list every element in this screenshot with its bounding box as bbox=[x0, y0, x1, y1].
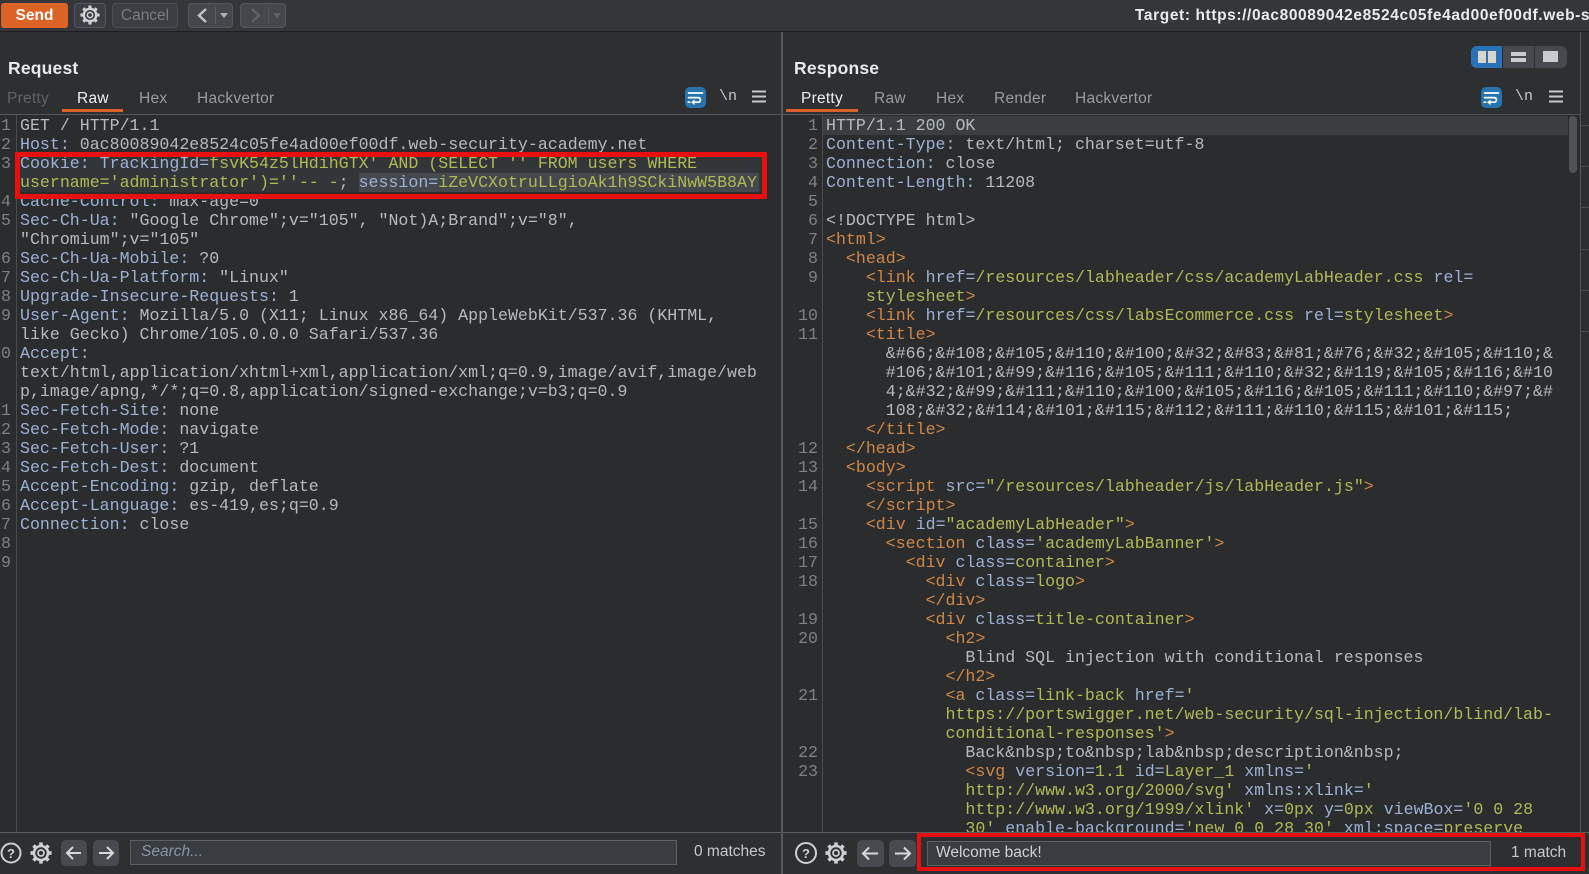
svg-text:?: ? bbox=[7, 846, 15, 861]
svg-text:?: ? bbox=[802, 846, 810, 861]
